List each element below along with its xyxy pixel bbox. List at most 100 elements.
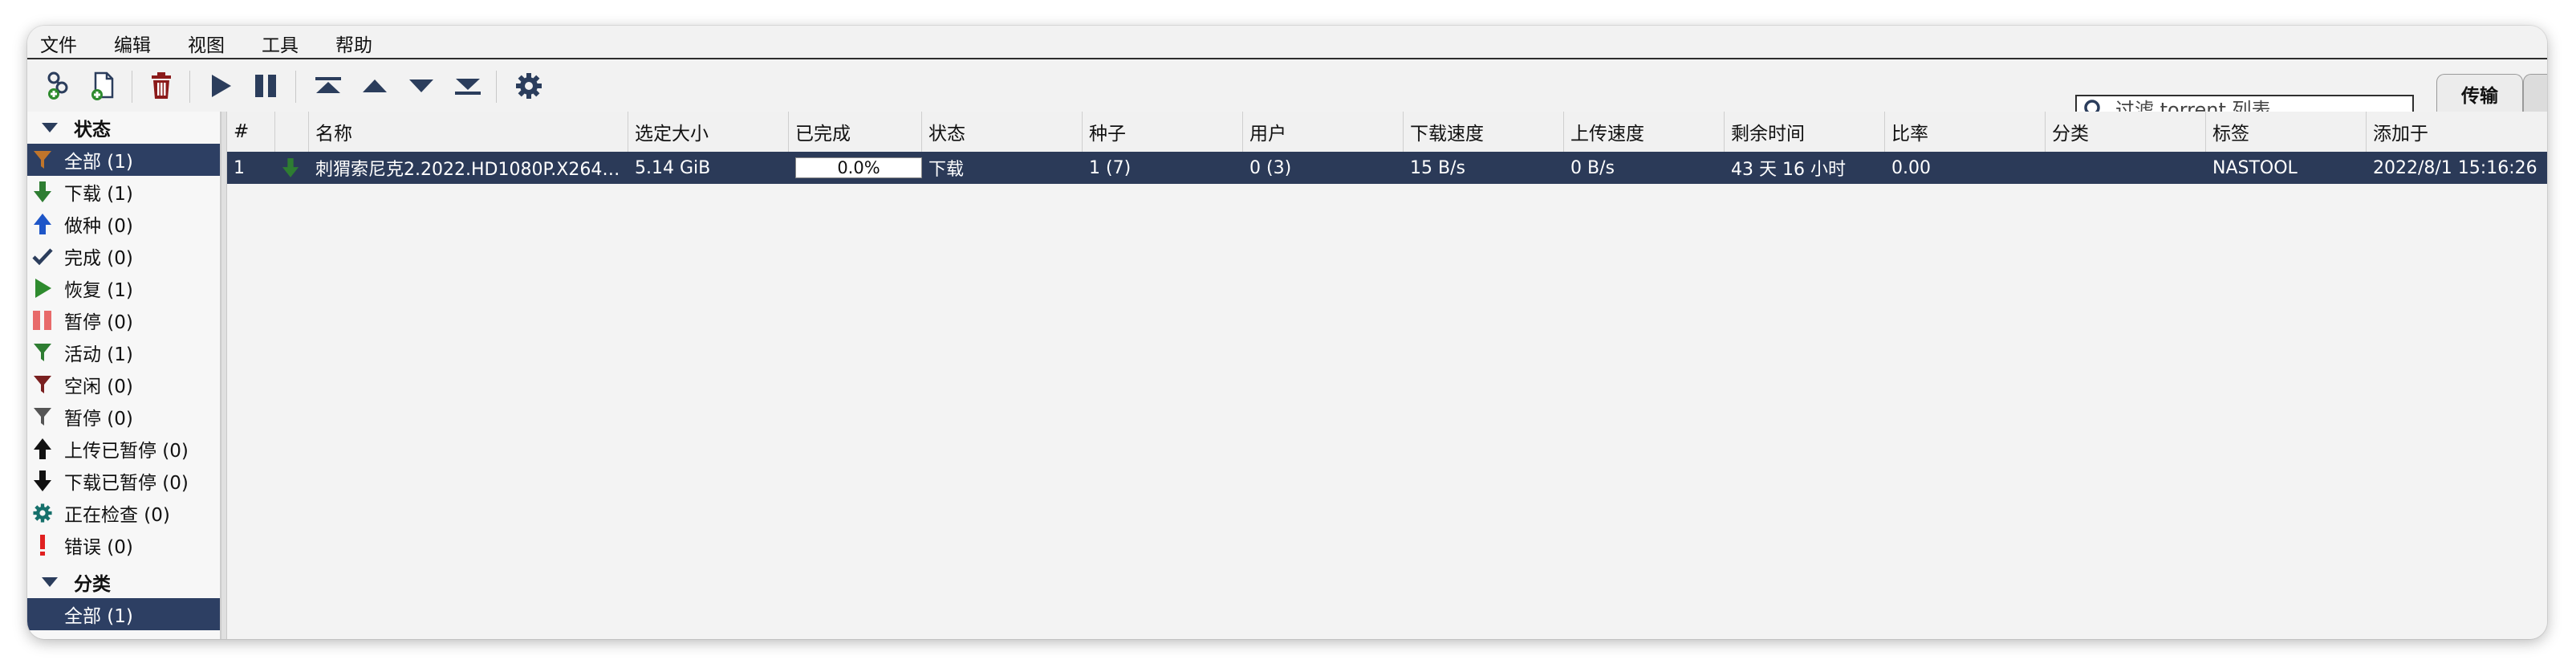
col-state-icon[interactable] <box>275 112 309 152</box>
col-size[interactable]: 选定大小 <box>628 112 789 152</box>
resume-button[interactable] <box>201 66 241 106</box>
menu-edit[interactable]: 编辑 <box>114 26 151 57</box>
move-up-icon <box>363 79 387 92</box>
filter-upload-paused-label: 上传已暂停 (0) <box>64 441 189 462</box>
col-seeds[interactable]: 种子 <box>1083 112 1243 152</box>
delete-button[interactable] <box>141 66 181 106</box>
filter-inactive[interactable]: 空闲 (0) <box>27 369 220 401</box>
menu-tools[interactable]: 工具 <box>262 26 299 57</box>
category-all[interactable]: 全部 (1) <box>27 598 220 630</box>
filter-all[interactable]: 全部 (1) <box>27 144 220 176</box>
move-bottom-button[interactable] <box>448 66 488 106</box>
col-eta[interactable]: 剩余时间 <box>1725 112 1885 152</box>
add-link-icon <box>47 71 68 100</box>
add-file-icon <box>91 71 114 100</box>
download-arrow-icon <box>30 180 55 204</box>
add-torrent-file-button[interactable] <box>83 66 124 106</box>
col-tags[interactable]: 标签 <box>2206 112 2367 152</box>
tab-transfers-label: 传输 <box>2461 85 2498 107</box>
torrent-table: # 名称 选定大小 已完成 状态 种子 用户 下载速度 上传速度 剩余时间 比率… <box>227 112 2547 639</box>
menu-view[interactable]: 视图 <box>188 26 225 57</box>
col-added-on[interactable]: 添加于 <box>2367 112 2547 152</box>
cell-tags: NASTOOL <box>2212 157 2298 178</box>
filter-errored[interactable]: 错误 (0) <box>27 529 220 561</box>
col-status[interactable]: 状态 <box>922 112 1083 152</box>
toolbar: 传输 <box>27 58 2547 125</box>
col-ratio[interactable]: 比率 <box>1885 112 2046 152</box>
category-section-title: 分类 <box>74 574 111 595</box>
cell-state <box>275 152 309 184</box>
gear-icon <box>516 73 542 99</box>
cell-size: 5.14 GiB <box>635 157 711 178</box>
filter-seeding[interactable]: 做种 (0) <box>27 208 220 240</box>
menu-file[interactable]: 文件 <box>40 26 77 57</box>
sidebar-splitter[interactable] <box>221 112 227 639</box>
filter-resumed[interactable]: 恢复 (1) <box>27 272 220 304</box>
tab-next[interactable] <box>2523 74 2547 112</box>
cell-seeds: 1 (7) <box>1089 157 1132 178</box>
filter-downloading[interactable]: 下载 (1) <box>27 176 220 208</box>
move-bottom-icon <box>455 79 481 95</box>
play-icon <box>212 75 231 97</box>
sidebar: 状态 全部 (1) 下载 (1) 做种 (0) 完成 (0) 恢复 (1) 暂停… <box>27 112 221 639</box>
filter-upload-paused[interactable]: 上传已暂停 (0) <box>27 433 220 465</box>
move-top-button[interactable] <box>308 66 348 106</box>
cell-eta: 43 天 16 小时 <box>1731 160 1846 180</box>
play-icon <box>30 276 55 300</box>
filter-download-paused-label: 下载已暂停 (0) <box>64 473 189 494</box>
filter-checking[interactable]: 正在检查 (0) <box>27 497 220 529</box>
move-down-button[interactable] <box>401 66 441 106</box>
col-download-speed[interactable]: 下载速度 <box>1404 112 1564 152</box>
filter-active[interactable]: 活动 (1) <box>27 336 220 369</box>
filter-errored-label: 错误 (0) <box>64 537 133 558</box>
filter-stalled[interactable]: 暂停 (0) <box>27 401 220 433</box>
cell-upload-speed: 0 B/s <box>1570 157 1615 178</box>
check-icon <box>30 244 55 268</box>
cell-status: 下载 <box>928 160 965 180</box>
cell-added-on: 2022/8/1 15:16:26 <box>2373 157 2537 178</box>
options-button[interactable] <box>509 66 549 106</box>
menu-help[interactable]: 帮助 <box>335 26 372 57</box>
pause-button[interactable] <box>246 66 286 106</box>
status-section-header[interactable]: 状态 <box>27 112 220 144</box>
app-window: 文件 编辑 视图 工具 帮助 过滤 torrent 列表... 传输 状态 全部… <box>27 26 2547 639</box>
download-arrow-icon <box>282 158 299 177</box>
filter-paused-label: 暂停 (0) <box>64 312 133 333</box>
cell-ratio: 0.00 <box>1891 157 1931 178</box>
col-number[interactable]: # <box>227 112 275 152</box>
filter-stalled-label: 暂停 (0) <box>64 409 133 430</box>
upload-arrow-icon <box>30 437 55 461</box>
col-peers[interactable]: 用户 <box>1243 112 1404 152</box>
filter-download-paused[interactable]: 下载已暂停 (0) <box>27 465 220 497</box>
col-progress[interactable]: 已完成 <box>789 112 922 152</box>
filter-completed[interactable]: 完成 (0) <box>27 240 220 272</box>
filter-all-label: 全部 (1) <box>64 152 133 173</box>
download-arrow-icon <box>30 469 55 493</box>
filter-icon <box>30 405 55 429</box>
cell-number: 1 <box>234 157 245 178</box>
collapse-triangle-icon <box>42 577 58 587</box>
progress-text: 0.0% <box>837 158 880 177</box>
add-torrent-link-button[interactable] <box>40 66 80 106</box>
pause-icon <box>30 308 55 332</box>
move-up-button[interactable] <box>355 66 395 106</box>
filter-paused[interactable]: 暂停 (0) <box>27 304 220 336</box>
cell-download-speed: 15 B/s <box>1410 157 1465 178</box>
col-category[interactable]: 分类 <box>2046 112 2206 152</box>
move-top-icon <box>315 77 341 93</box>
category-all-label: 全部 (1) <box>64 606 133 627</box>
menu-bar: 文件 编辑 视图 工具 帮助 <box>27 26 2547 58</box>
filter-icon <box>30 373 55 397</box>
table-row[interactable]: 1 刺猬索尼克2.2022.HD1080P.X264… 5.14 GiB 0.0… <box>227 152 2547 184</box>
filter-active-label: 活动 (1) <box>64 344 133 365</box>
filter-downloading-label: 下载 (1) <box>64 184 133 205</box>
cell-progress: 0.0% <box>789 152 922 184</box>
table-header: # 名称 选定大小 已完成 状态 种子 用户 下载速度 上传速度 剩余时间 比率… <box>227 112 2547 153</box>
col-name[interactable]: 名称 <box>309 112 628 152</box>
pause-icon <box>255 75 276 97</box>
category-section-header[interactable]: 分类 <box>27 566 220 598</box>
tab-transfers[interactable]: 传输 <box>2436 74 2523 112</box>
gear-icon <box>30 501 55 525</box>
col-upload-speed[interactable]: 上传速度 <box>1564 112 1725 152</box>
upload-arrow-icon <box>30 212 55 236</box>
